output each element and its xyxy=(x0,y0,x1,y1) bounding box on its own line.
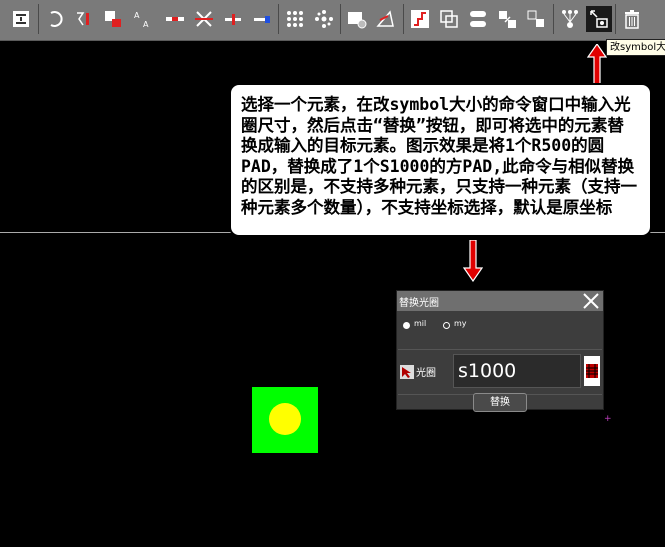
aperture-label-text: 光圈 xyxy=(416,368,436,379)
cut-cross-icon[interactable] xyxy=(191,6,217,32)
aperture-input[interactable]: s1000 xyxy=(453,354,581,388)
toolbar-separator xyxy=(403,4,404,34)
mirror-icon[interactable] xyxy=(71,6,97,32)
dialog-titlebar: 替换光圈 xyxy=(397,291,603,311)
angle-icon[interactable] xyxy=(373,6,399,32)
line-end-icon[interactable] xyxy=(220,6,246,32)
callout-text: 选择一个元素，在改symbol大小的命令窗口中输入光圈尺寸，然后点击“替换”按钮… xyxy=(241,95,637,217)
dialog-title: 替换光圈 xyxy=(399,298,439,309)
copy-icon[interactable] xyxy=(436,6,462,32)
dot-array-icon[interactable] xyxy=(311,6,337,32)
radio-label: my xyxy=(454,319,467,328)
step-icon[interactable] xyxy=(407,6,433,32)
change-symbol-size-icon[interactable] xyxy=(586,6,612,32)
radio-dot xyxy=(403,322,410,329)
unit-radio-my[interactable]: my xyxy=(443,319,467,329)
unit-radio-mil[interactable]: mil xyxy=(403,319,426,329)
toolbar-separator xyxy=(615,4,616,34)
origin-marker: + xyxy=(604,414,612,424)
dot-grid-icon[interactable] xyxy=(282,6,308,32)
flip-icon[interactable] xyxy=(100,6,126,32)
svg-text:A: A xyxy=(134,11,140,20)
toolbar-separator xyxy=(553,4,554,34)
aperture-row: 光圈 s1000 xyxy=(398,349,602,395)
symbol-picker-icon[interactable] xyxy=(584,356,600,386)
arrow-down-icon xyxy=(463,240,483,282)
round-pad xyxy=(269,403,301,435)
replace-button[interactable]: 替换 xyxy=(473,393,527,412)
arrow-up-icon xyxy=(587,44,607,84)
tooltip: 改symbol大小 xyxy=(606,39,665,56)
toolbar: AA xyxy=(0,0,665,41)
symbol-icon[interactable] xyxy=(344,6,370,32)
line-icon[interactable] xyxy=(162,6,188,32)
radio-dot xyxy=(443,322,450,329)
transfer-icon[interactable] xyxy=(523,6,549,32)
svg-text:A: A xyxy=(143,20,149,29)
dialog-body: mil my 光圈 s1000 替换 xyxy=(397,311,603,412)
replace-aperture-dialog: 替换光圈 mil my 光圈 s1000 替换 xyxy=(396,290,604,412)
toolbar-separator xyxy=(38,4,39,34)
aperture-label: 光圈 xyxy=(400,364,436,379)
close-icon[interactable] xyxy=(581,291,601,311)
replace-icon[interactable] xyxy=(465,6,491,32)
delete-icon[interactable] xyxy=(619,6,645,32)
align-icon[interactable] xyxy=(8,6,34,32)
text-size-icon[interactable]: AA xyxy=(129,6,155,32)
move-icon[interactable] xyxy=(494,6,520,32)
pointer-icon xyxy=(400,364,414,379)
instruction-callout: 选择一个元素，在改symbol大小的命令窗口中输入光圈尺寸，然后点击“替换”按钮… xyxy=(229,83,652,237)
toolbar-separator xyxy=(340,4,341,34)
radio-label: mil xyxy=(414,319,427,328)
toolbar-separator xyxy=(278,4,279,34)
line-split-icon[interactable] xyxy=(249,6,275,32)
tree-icon[interactable] xyxy=(557,6,583,32)
rotate-icon[interactable] xyxy=(42,6,68,32)
